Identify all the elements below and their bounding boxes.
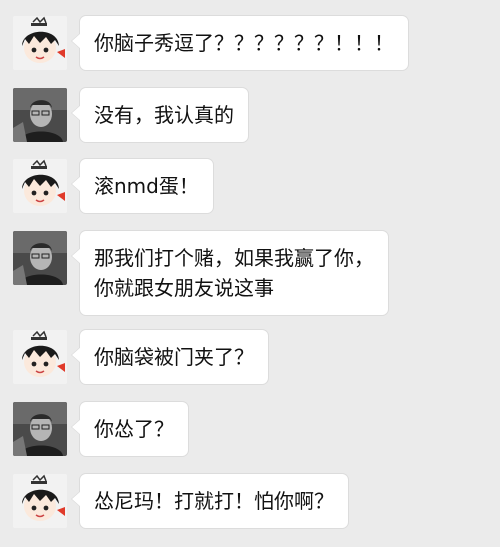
photo-avatar[interactable] bbox=[13, 231, 67, 285]
message-text: 你脑袋被门夹了？ bbox=[94, 345, 254, 369]
message-text-line-2: 你就跟女朋友说这事 bbox=[94, 276, 274, 300]
cartoon-avatar[interactable] bbox=[13, 330, 67, 384]
chat-bubble: 怂尼玛！打就打！怕你啊？ bbox=[71, 474, 348, 528]
chat-bubble: 你脑子秀逗了？？？？？？！！！ bbox=[71, 16, 408, 70]
person-photo-icon bbox=[13, 402, 67, 456]
photo-avatar[interactable] bbox=[13, 88, 67, 142]
cartoon-avatar[interactable] bbox=[13, 474, 67, 528]
person-photo-icon bbox=[13, 231, 67, 285]
message-text-line-1: 那我们打个赌，如果我赢了你， bbox=[94, 246, 374, 270]
chat-bubble: 那我们打个赌，如果我赢了你， 你就跟女朋友说这事 bbox=[71, 231, 388, 315]
message-text: 怂尼玛！打就打！怕你啊？ bbox=[94, 489, 334, 513]
chat-bubble: 没有，我认真的 bbox=[71, 88, 248, 142]
cartoon-boy-icon bbox=[13, 330, 67, 384]
cartoon-boy-icon bbox=[13, 16, 67, 70]
cartoon-avatar[interactable] bbox=[13, 16, 67, 70]
message-text: 滚nmd蛋！ bbox=[94, 174, 199, 198]
photo-avatar[interactable] bbox=[13, 402, 67, 456]
message-text: 你脑子秀逗了？？？？？？！！！ bbox=[94, 31, 394, 55]
cartoon-boy-icon bbox=[13, 474, 67, 528]
chat-bubble: 你脑袋被门夹了？ bbox=[71, 330, 268, 384]
cartoon-boy-icon bbox=[13, 159, 67, 213]
chat-bubble: 滚nmd蛋！ bbox=[71, 159, 213, 213]
cartoon-avatar[interactable] bbox=[13, 159, 67, 213]
chat-bubble: 你怂了？ bbox=[71, 402, 188, 456]
message-text: 没有，我认真的 bbox=[94, 103, 234, 127]
person-photo-icon bbox=[13, 88, 67, 142]
message-text: 你怂了？ bbox=[94, 417, 174, 441]
